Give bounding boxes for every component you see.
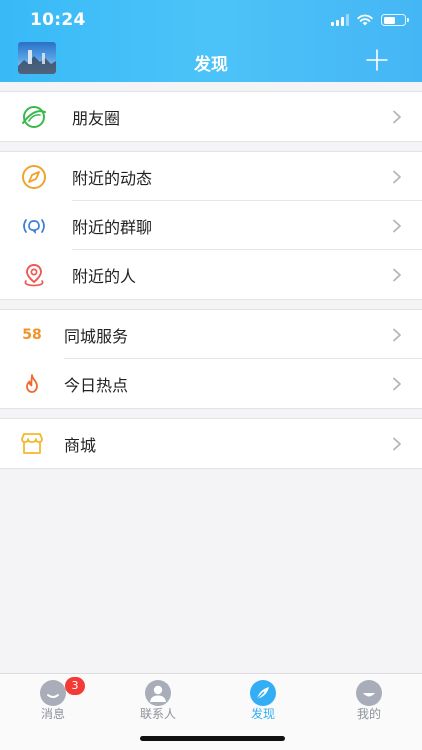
flame-icon (18, 371, 46, 397)
home-indicator[interactable] (140, 736, 285, 741)
status-bar: 10:24 (0, 0, 422, 40)
list-item-label: 同城服务 (64, 326, 129, 346)
chevron-right-icon (393, 377, 401, 391)
chevron-right-icon (393, 268, 401, 282)
list-item-city-service[interactable]: 58 同城服务 (0, 310, 422, 359)
location-pin-icon (20, 262, 48, 288)
list-item-nearby-people[interactable]: 附近的人 (0, 250, 422, 299)
nav-header: 10:24 发现 (0, 0, 422, 82)
shop-icon (18, 431, 46, 457)
tab-label: 联系人 (139, 707, 176, 721)
battery-icon (381, 14, 409, 26)
message-icon (40, 680, 66, 706)
unread-badge: 3 (65, 677, 85, 695)
tab-label: 我的 (356, 707, 381, 721)
list-item-label: 今日热点 (64, 375, 129, 395)
list-item-label: 朋友圈 (72, 108, 121, 128)
chevron-right-icon (393, 110, 401, 124)
chevron-right-icon (393, 219, 401, 233)
chevron-right-icon (393, 328, 401, 342)
status-time: 10:24 (30, 10, 86, 30)
tab-contacts[interactable]: 联系人 (128, 680, 188, 724)
page-title: 发现 (194, 55, 228, 75)
discover-list: 朋友圈 附近的动态 附近的群聊 附近的人 58 同城服务 今日热点 商城 (0, 82, 422, 469)
list-item-hot-news[interactable]: 今日热点 (0, 359, 422, 408)
list-item-label: 附近的动态 (72, 168, 153, 188)
tab-discover[interactable]: 发现 (233, 680, 293, 724)
group-moments: 朋友圈 (0, 91, 422, 142)
add-icon[interactable] (366, 49, 388, 71)
broadcast-icon (20, 213, 48, 239)
tab-label: 消息 (40, 707, 65, 721)
compass-icon (20, 164, 48, 190)
chevron-right-icon (393, 170, 401, 184)
list-item-shop[interactable]: 商城 (0, 419, 422, 468)
list-item-label: 商城 (64, 435, 97, 455)
profile-icon (356, 680, 382, 706)
list-item-moments[interactable]: 朋友圈 (0, 92, 422, 141)
cellular-signal-icon (331, 14, 349, 26)
list-item-label: 附近的群聊 (72, 217, 153, 237)
list-item-nearby-posts[interactable]: 附近的动态 (0, 152, 422, 201)
chevron-right-icon (393, 437, 401, 451)
group-shop: 商城 (0, 418, 422, 469)
list-item-label: 附近的人 (72, 266, 137, 286)
list-item-nearby-groups[interactable]: 附近的群聊 (0, 201, 422, 250)
status-icons (331, 14, 409, 26)
group-nearby: 附近的动态 附近的群聊 附近的人 (0, 151, 422, 300)
group-city: 58 同城服务 今日热点 (0, 309, 422, 409)
wifi-icon (357, 14, 373, 26)
58-icon: 58 (22, 327, 42, 343)
tab-profile[interactable]: 我的 (339, 680, 399, 724)
discover-icon (250, 680, 276, 706)
tab-label: 发现 (250, 707, 275, 721)
contacts-icon (145, 680, 171, 706)
moments-icon (20, 104, 48, 130)
